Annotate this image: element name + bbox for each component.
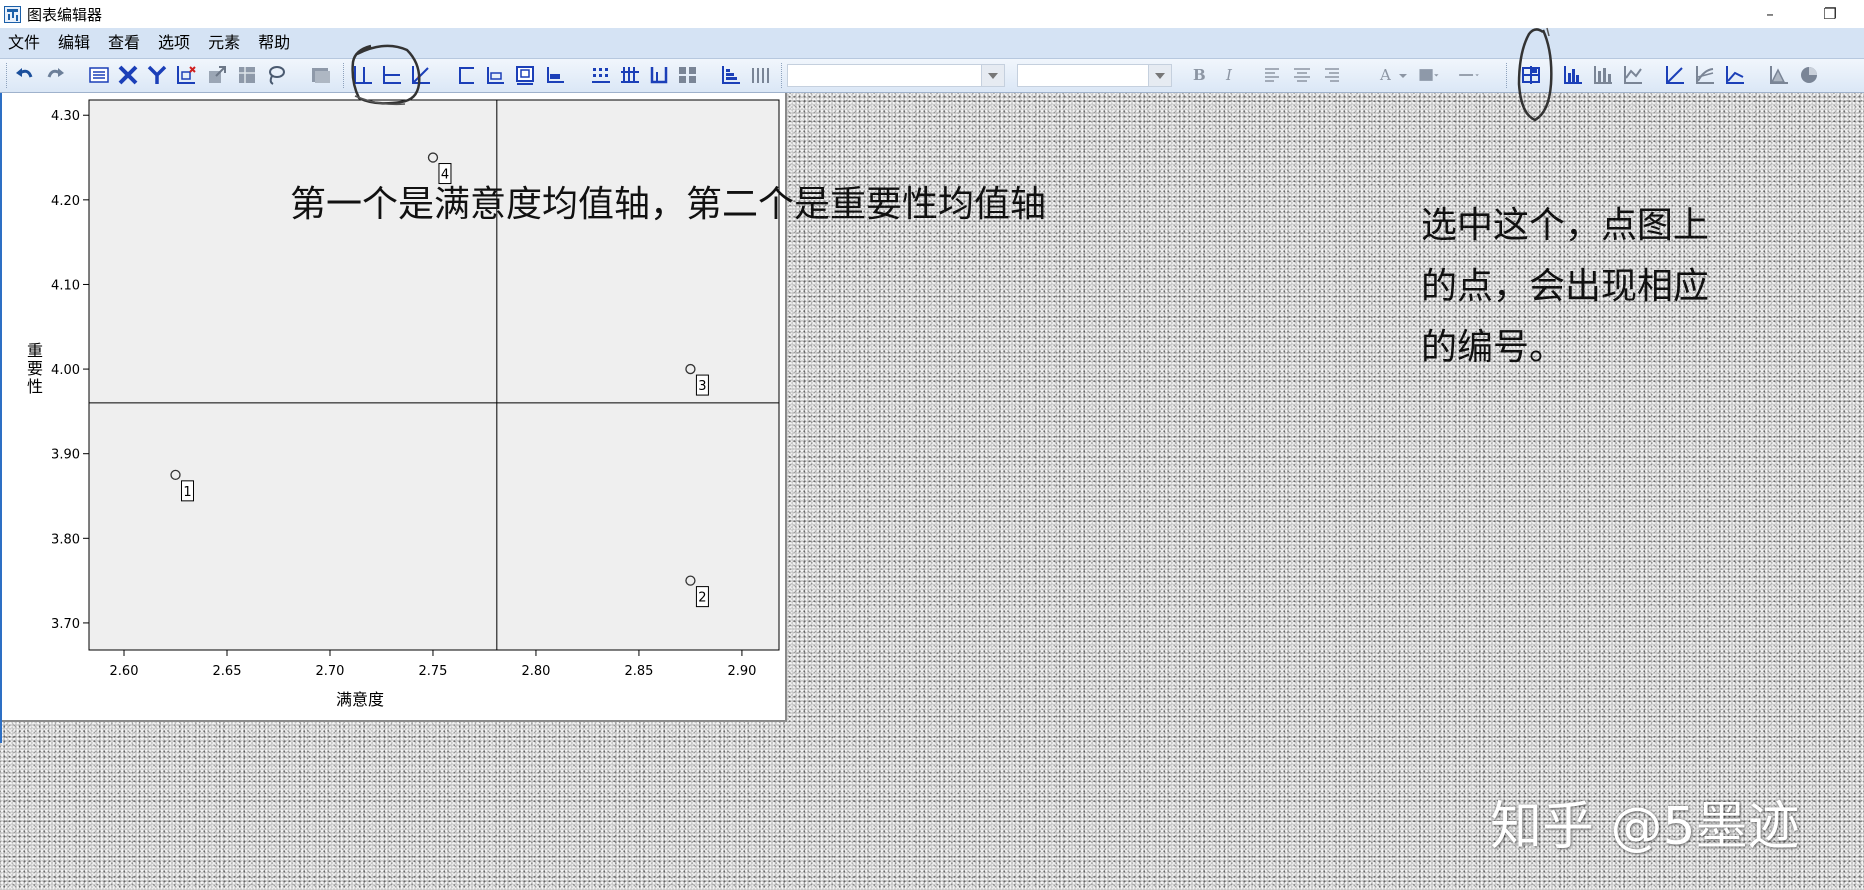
pie-icon[interactable] xyxy=(1798,64,1820,86)
scatter-icon[interactable] xyxy=(1664,64,1686,86)
x-tick-label: 2.70 xyxy=(316,664,345,679)
chevron-down-icon[interactable] xyxy=(1148,65,1171,86)
restore-button[interactable]: ❐ xyxy=(1810,2,1850,26)
chart-editor-app-icon xyxy=(4,5,21,23)
align-right-icon[interactable] xyxy=(1320,64,1342,86)
fit-line-icon[interactable] xyxy=(484,64,506,86)
chevron-down-icon[interactable] xyxy=(981,65,1004,86)
y-axis-icon[interactable] xyxy=(146,64,168,86)
menu-options[interactable]: 选项 xyxy=(149,28,199,58)
point-label[interactable]: 2 xyxy=(698,591,706,606)
bold-button[interactable]: B xyxy=(1193,66,1206,84)
minimize-button[interactable]: – xyxy=(1750,2,1790,26)
layer-icon[interactable] xyxy=(310,64,332,86)
y-axis[interactable]: 3.70 3.80 3.90 4.00 4.10 4.20 4.30 xyxy=(51,109,89,632)
fit-icon[interactable] xyxy=(1694,64,1716,86)
hand-drawn-circle-mean-lines xyxy=(351,44,421,106)
area-icon[interactable] xyxy=(1768,64,1790,86)
font-family-combo[interactable] xyxy=(787,64,1005,87)
title-bar: 图表编辑器 – ❐ xyxy=(0,0,1864,28)
menu-help[interactable]: 帮助 xyxy=(249,28,299,58)
annotation-icon[interactable] xyxy=(514,64,536,86)
y-tick-label: 4.10 xyxy=(51,278,80,293)
x-tick-label: 2.85 xyxy=(624,664,653,679)
x-axis[interactable]: 2.60 2.65 2.70 2.75 2.80 2.85 2.90 xyxy=(110,650,757,679)
menu-view[interactable]: 查看 xyxy=(99,28,149,58)
x-tick-label: 2.65 xyxy=(213,664,242,679)
fill-color-icon[interactable] xyxy=(1418,64,1448,86)
x-tick-label: 2.80 xyxy=(521,664,550,679)
menu-edit[interactable]: 编辑 xyxy=(49,28,99,58)
sort-icon[interactable] xyxy=(720,64,742,86)
transpose-icon[interactable] xyxy=(236,64,258,86)
text-box-icon[interactable] xyxy=(544,64,566,86)
toolbar-grip xyxy=(6,63,9,88)
align-left-icon[interactable] xyxy=(1262,64,1284,86)
align-center-icon[interactable] xyxy=(1291,64,1313,86)
bars-icon[interactable] xyxy=(749,64,771,86)
data-label-icon[interactable] xyxy=(175,64,197,86)
y-axis-title[interactable]: 重要性 xyxy=(27,341,43,396)
scale-icon[interactable] xyxy=(206,64,228,86)
undo-icon[interactable] xyxy=(14,64,36,86)
zhihu-watermark: 知乎 @5墨迹 xyxy=(1490,797,1800,857)
menu-bar: 文件 编辑 查看 选项 元素 帮助 xyxy=(0,28,1864,59)
x-tick-label: 2.60 xyxy=(110,664,139,679)
reference-line-icon[interactable] xyxy=(455,64,477,86)
y-tick-label: 3.70 xyxy=(51,617,80,632)
point-label[interactable]: 3 xyxy=(698,379,706,394)
y-tick-label: 3.90 xyxy=(51,448,80,463)
lasso-icon[interactable] xyxy=(265,64,287,86)
annotation-mean-axes: 第一个是满意度均值轴，第二个是重要性均值轴 xyxy=(290,184,1047,225)
y-tick-label: 3.80 xyxy=(51,532,80,547)
x-tick-label: 2.75 xyxy=(418,664,447,679)
annotation-select-points: 选中这个，点图上的点，会出现相应的编号。 xyxy=(1421,205,1710,368)
window-title: 图表编辑器 xyxy=(27,5,103,24)
line-chart-icon[interactable] xyxy=(1622,64,1644,86)
legend-icon[interactable] xyxy=(677,64,699,86)
grid-icon[interactable] xyxy=(590,64,612,86)
toolbar-separator xyxy=(781,63,784,88)
properties-icon[interactable] xyxy=(88,64,110,86)
line-style-icon[interactable] xyxy=(1458,64,1496,86)
chevron-down-icon[interactable] xyxy=(1392,64,1407,86)
italic-button[interactable]: I xyxy=(1226,66,1232,84)
grid-bold-icon[interactable] xyxy=(619,64,641,86)
redo-icon[interactable] xyxy=(44,64,66,86)
bar-frame-icon[interactable] xyxy=(648,64,670,86)
point-label[interactable]: 1 xyxy=(183,485,191,500)
toolbar: B I A xyxy=(0,59,1864,93)
menu-elements[interactable]: 元素 xyxy=(199,28,249,58)
font-color-button[interactable]: A xyxy=(1380,66,1391,84)
font-size-combo[interactable] xyxy=(1017,64,1172,87)
histogram-icon[interactable] xyxy=(1562,64,1584,86)
loess-icon[interactable] xyxy=(1724,64,1746,86)
y-tick-label: 4.30 xyxy=(51,109,80,124)
x-axis-title[interactable]: 满意度 xyxy=(336,690,384,709)
y-tick-label: 4.00 xyxy=(51,363,80,378)
x-tick-label: 2.90 xyxy=(727,664,756,679)
menu-file[interactable]: 文件 xyxy=(0,28,49,58)
bar-chart-icon[interactable] xyxy=(1592,64,1614,86)
y-tick-label: 4.20 xyxy=(51,194,80,209)
x-axis-icon[interactable] xyxy=(117,64,139,86)
hand-drawn-circle-data-label-mode xyxy=(1517,27,1553,122)
